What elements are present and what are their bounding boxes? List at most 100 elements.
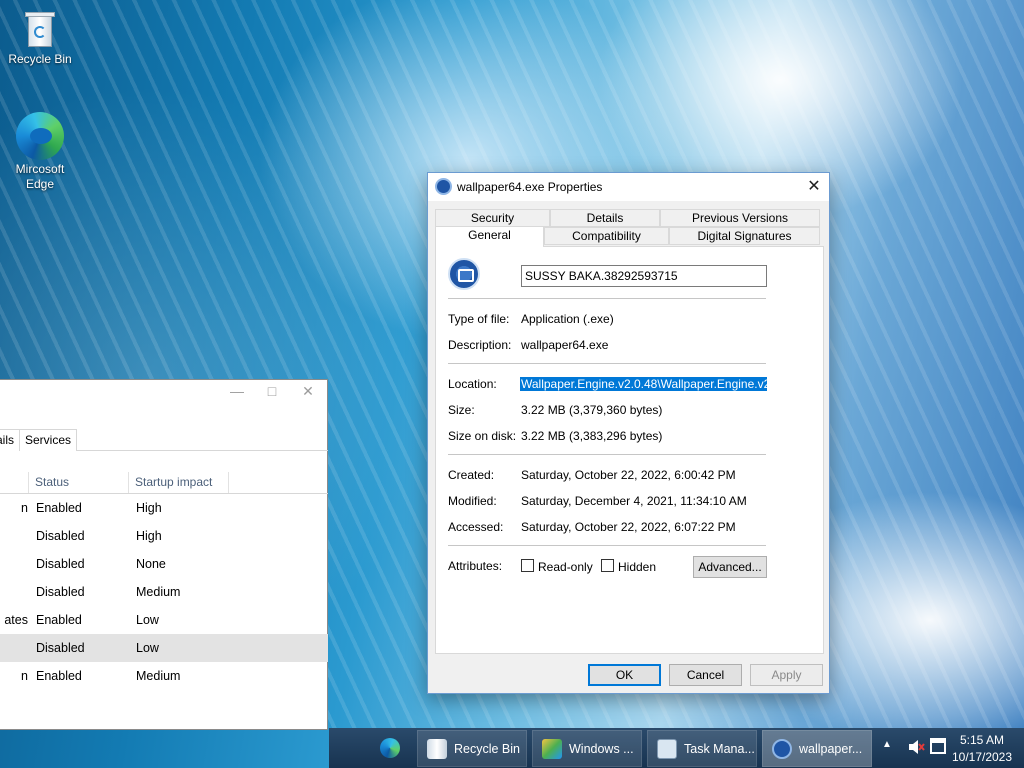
hidden-checkbox[interactable]: [601, 559, 614, 572]
show-hidden-icons-chevron-icon[interactable]: ▲: [882, 739, 892, 750]
cell-name: ates: [4, 613, 28, 627]
cell-status: Enabled: [36, 501, 82, 515]
clock-date[interactable]: 10/17/2023: [949, 750, 1015, 764]
task-manager-tabs: ails Services: [0, 429, 328, 451]
tab-digital-signatures[interactable]: Digital Signatures: [669, 227, 820, 245]
cell-impact: High: [136, 501, 162, 515]
advanced-button[interactable]: Advanced...: [693, 556, 767, 578]
column-header-name[interactable]: [0, 472, 29, 494]
cell-status: Disabled: [36, 641, 85, 655]
type-value: Application (.exe): [521, 312, 614, 326]
edge-icon: [16, 112, 64, 160]
recycle-bin-icon: [22, 8, 58, 50]
cell-impact: Medium: [136, 585, 181, 599]
modified-label: Modified:: [448, 494, 497, 508]
description-value: wallpaper64.exe: [521, 338, 609, 352]
description-label: Description:: [448, 338, 512, 352]
file-name-field[interactable]: SUSSY BAKA.38292593715: [521, 265, 767, 287]
accessed-value: Saturday, October 22, 2022, 6:07:22 PM: [521, 520, 736, 534]
tab-details[interactable]: ails: [0, 429, 20, 451]
minimize-icon[interactable]: —: [227, 383, 247, 401]
table-row[interactable]: n Enabled High: [0, 494, 328, 522]
properties-dialog: wallpaper64.exe Properties ✕ Security De…: [427, 172, 830, 694]
startup-list: n Enabled High Disabled High Disabled No…: [0, 494, 328, 690]
divider: [448, 298, 766, 299]
accessed-label: Accessed:: [448, 520, 504, 534]
taskbar-windows-app[interactable]: Windows ...: [532, 730, 642, 767]
cell-name: n: [21, 501, 28, 515]
recycle-bin-icon: [427, 739, 447, 759]
tab-details[interactable]: Details: [550, 209, 660, 227]
dialog-title: wallpaper64.exe Properties: [457, 180, 603, 194]
taskbar-label: Windows ...: [569, 742, 634, 756]
cell-impact: Low: [136, 613, 159, 627]
location-value[interactable]: Wallpaper.Engine.v2.0.48\Wallpaper.Engin…: [520, 377, 767, 391]
desktop-icon-label: Recycle Bin: [8, 52, 72, 66]
clock-time[interactable]: 5:15 AM: [955, 733, 1009, 747]
read-only-checkbox[interactable]: [521, 559, 534, 572]
cell-name: n: [21, 669, 28, 683]
network-icon[interactable]: [930, 738, 946, 754]
windows-app-icon: [542, 739, 562, 759]
table-row[interactable]: n Enabled Medium: [0, 662, 328, 690]
tab-general[interactable]: General: [435, 226, 544, 247]
task-manager-icon: [657, 739, 677, 759]
divider: [448, 545, 766, 546]
file-icon: [448, 258, 480, 290]
size-on-disk-value: 3.22 MB (3,383,296 bytes): [521, 429, 663, 443]
table-row[interactable]: Disabled None: [0, 550, 328, 578]
close-icon[interactable]: ✕: [803, 176, 825, 198]
divider: [448, 363, 766, 364]
taskbar: Recycle Bin Windows ... Task Mana... wal…: [329, 728, 1024, 768]
desktop-icon-edge[interactable]: Mircosoft Edge: [0, 112, 80, 192]
table-row-selected[interactable]: Disabled Low: [0, 634, 328, 662]
ok-button[interactable]: OK: [588, 664, 661, 686]
cell-status: Enabled: [36, 669, 82, 683]
taskbar-label: wallpaper...: [799, 742, 863, 756]
cell-impact: High: [136, 529, 162, 543]
desktop-icon-label: Mircosoft Edge: [15, 162, 65, 191]
taskbar-label: Recycle Bin: [454, 742, 520, 756]
column-header-status[interactable]: Status: [29, 472, 129, 494]
table-row[interactable]: ates Enabled Low: [0, 606, 328, 634]
task-manager-titlebar[interactable]: — □ ✕: [0, 380, 327, 404]
taskbar-edge[interactable]: [375, 730, 407, 767]
size-label: Size:: [448, 403, 475, 417]
tab-previous-versions[interactable]: Previous Versions: [660, 209, 820, 227]
size-on-disk-label: Size on disk:: [448, 429, 517, 443]
close-icon[interactable]: ✕: [298, 383, 318, 401]
modified-value: Saturday, December 4, 2021, 11:34:10 AM: [521, 494, 747, 508]
dialog-titlebar[interactable]: wallpaper64.exe Properties ✕: [428, 173, 829, 201]
cell-status: Enabled: [36, 613, 82, 627]
cell-impact: None: [136, 557, 166, 571]
hidden-label: Hidden: [618, 560, 657, 574]
type-label: Type of file:: [448, 312, 510, 326]
sound-muted-icon[interactable]: [907, 738, 925, 756]
created-value: Saturday, October 22, 2022, 6:00:42 PM: [521, 468, 736, 482]
tab-services[interactable]: Services: [19, 429, 78, 451]
table-row[interactable]: Disabled High: [0, 522, 328, 550]
table-row[interactable]: Disabled Medium: [0, 578, 328, 606]
cell-status: Disabled: [36, 557, 85, 571]
apply-button[interactable]: Apply: [750, 664, 823, 686]
tab-security[interactable]: Security: [435, 209, 550, 227]
tab-compatibility[interactable]: Compatibility: [544, 227, 669, 245]
taskbar-recycle-bin[interactable]: Recycle Bin: [417, 730, 527, 767]
cell-impact: Medium: [136, 669, 181, 683]
desktop-icon-recycle-bin[interactable]: Recycle Bin: [0, 8, 80, 67]
taskbar-task-manager[interactable]: Task Mana...: [647, 730, 757, 767]
attributes-label: Attributes:: [448, 559, 503, 573]
wallpaper-engine-icon: [435, 178, 452, 195]
maximize-icon[interactable]: □: [262, 383, 282, 401]
location-label: Location:: [448, 377, 497, 391]
created-label: Created:: [448, 468, 495, 482]
wallpaper-engine-icon: [772, 739, 792, 759]
taskbar-label: Task Mana...: [684, 742, 755, 756]
general-tab-panel: [435, 246, 824, 654]
divider: [448, 454, 766, 455]
cell-status: Disabled: [36, 529, 85, 543]
taskbar-wallpaper-properties[interactable]: wallpaper...: [762, 730, 872, 767]
column-header-startup-impact[interactable]: Startup impact: [129, 472, 229, 494]
cancel-button[interactable]: Cancel: [669, 664, 742, 686]
cell-status: Disabled: [36, 585, 85, 599]
